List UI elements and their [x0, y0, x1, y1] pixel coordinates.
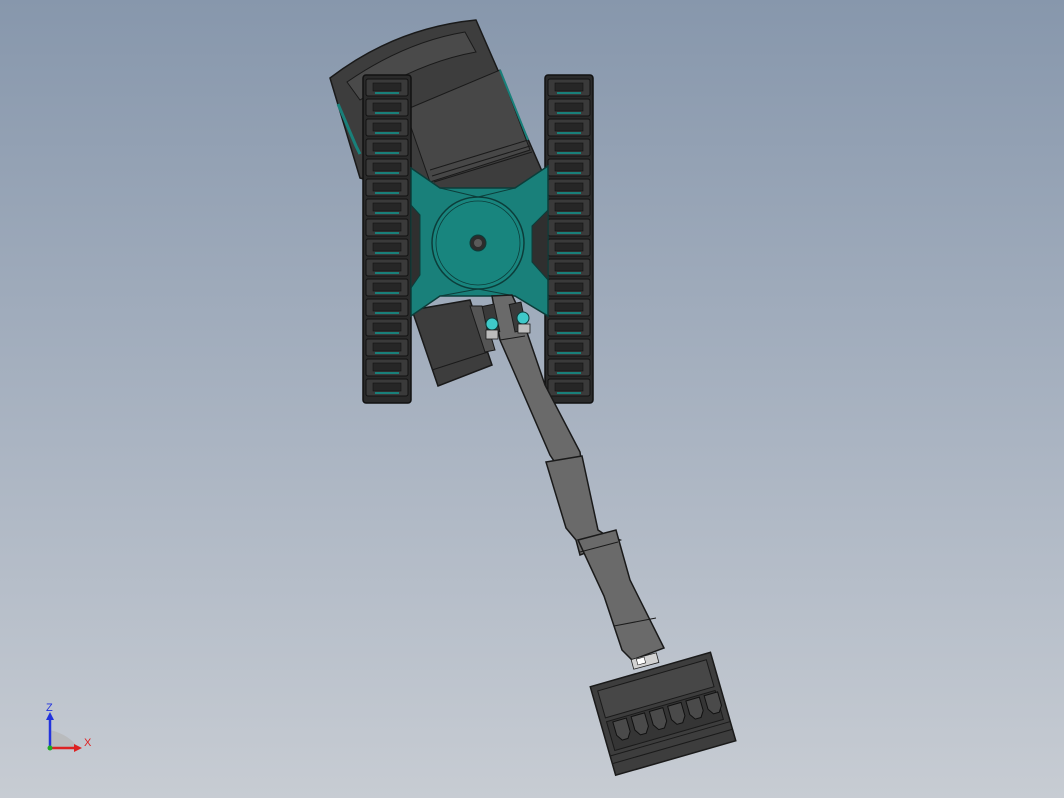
excavator-model[interactable]: Z X [0, 0, 1064, 798]
track-link-slot [554, 342, 584, 352]
track-teal-roller [375, 332, 399, 334]
track-teal-roller [557, 372, 581, 374]
undercarriage-frame[interactable] [410, 164, 549, 318]
right-track[interactable] [544, 74, 594, 404]
track-link-slot [554, 302, 584, 312]
track-teal-roller [557, 152, 581, 154]
track-teal-roller [557, 332, 581, 334]
track-link-slot [372, 302, 402, 312]
track-teal-roller [557, 172, 581, 174]
track-teal-roller [375, 172, 399, 174]
cylinder-end-right [516, 311, 530, 325]
track-link-slot [554, 122, 584, 132]
track-link-slot [372, 342, 402, 352]
track-link-slot [554, 282, 584, 292]
track-link-slot [554, 242, 584, 252]
track-link-slot [554, 382, 584, 392]
track-link-slot [372, 162, 402, 172]
track-link-slot [554, 82, 584, 92]
track-teal-roller [557, 112, 581, 114]
track-teal-roller [375, 192, 399, 194]
track-teal-roller [375, 92, 399, 94]
track-link-slot [554, 102, 584, 112]
track-link-slot [554, 182, 584, 192]
track-link-slot [372, 262, 402, 272]
track-teal-roller [557, 192, 581, 194]
track-link-slot [372, 142, 402, 152]
track-link-slot [372, 202, 402, 212]
track-teal-roller [557, 392, 581, 394]
track-link-slot [372, 282, 402, 292]
stick-arm[interactable] [545, 455, 666, 670]
track-link-slot [372, 82, 402, 92]
track-link-slot [372, 382, 402, 392]
x-axis-label: X [84, 737, 92, 749]
track-teal-roller [375, 212, 399, 214]
track-link-slot [372, 122, 402, 132]
track-teal-roller [375, 352, 399, 354]
track-link-slot [554, 362, 584, 372]
left-track[interactable] [362, 74, 412, 404]
track-teal-roller [557, 292, 581, 294]
track-teal-roller [375, 112, 399, 114]
track-teal-roller [375, 152, 399, 154]
track-teal-roller [375, 312, 399, 314]
cylinder-end-left [485, 317, 499, 331]
track-teal-roller [557, 212, 581, 214]
track-link-slot [554, 262, 584, 272]
track-teal-roller [375, 292, 399, 294]
track-teal-roller [375, 272, 399, 274]
track-teal-roller [375, 372, 399, 374]
track-link-slot [372, 242, 402, 252]
track-link-slot [372, 102, 402, 112]
axes-triad: Z X [46, 702, 92, 752]
track-teal-roller [557, 132, 581, 134]
track-link-slot [554, 322, 584, 332]
track-link-slot [372, 182, 402, 192]
track-link-slot [554, 162, 584, 172]
bucket[interactable] [589, 651, 737, 777]
track-teal-roller [375, 392, 399, 394]
track-teal-roller [557, 352, 581, 354]
track-teal-roller [557, 272, 581, 274]
track-link-slot [554, 142, 584, 152]
track-teal-roller [557, 312, 581, 314]
z-axis-label: Z [46, 702, 53, 714]
track-link-slot [372, 222, 402, 232]
track-teal-roller [557, 252, 581, 254]
track-teal-roller [557, 232, 581, 234]
track-teal-roller [375, 232, 399, 234]
track-link-slot [372, 322, 402, 332]
track-teal-roller [375, 252, 399, 254]
track-link-slot [372, 362, 402, 372]
track-link-slot [554, 222, 584, 232]
track-link-slot [554, 202, 584, 212]
track-teal-roller [375, 132, 399, 134]
track-teal-roller [557, 92, 581, 94]
cad-viewport[interactable]: Z X [0, 0, 1064, 798]
